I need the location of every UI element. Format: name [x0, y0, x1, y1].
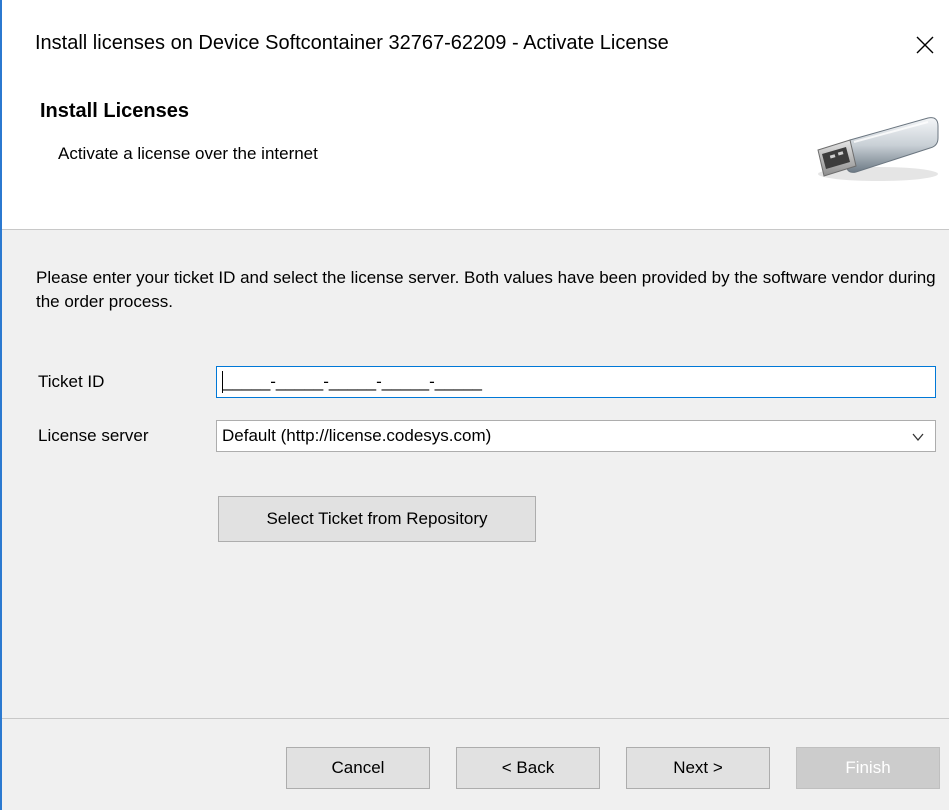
close-icon [916, 36, 934, 54]
license-server-value: Default (http://license.codesys.com) [222, 426, 492, 445]
usb-stick-icon [817, 117, 939, 181]
cancel-button[interactable]: Cancel [286, 747, 430, 789]
license-server-label: License server [38, 426, 149, 445]
header-title: Install Licenses [40, 100, 189, 122]
instructions-text: Please enter your ticket ID and select t… [36, 268, 936, 311]
window-title: Install licenses on Device Softcontainer… [35, 32, 669, 54]
select-ticket-from-repository-button[interactable]: Select Ticket from Repository [218, 496, 536, 542]
title-bar: Install licenses on Device Softcontainer… [2, 0, 949, 88]
back-button[interactable]: < Back [456, 747, 600, 789]
next-button[interactable]: Next > [626, 747, 770, 789]
text-caret [222, 371, 223, 393]
ticket-id-label: Ticket ID [38, 372, 105, 391]
license-server-select[interactable]: Default (http://license.codesys.com) [216, 420, 936, 452]
wizard-footer: Cancel < Back Next > Finish [2, 719, 949, 810]
wizard-content: Please enter your ticket ID and select t… [2, 230, 949, 718]
chevron-down-icon [912, 433, 924, 442]
ticket-id-input[interactable] [216, 366, 936, 398]
close-button[interactable] [905, 28, 945, 62]
finish-button: Finish [796, 747, 940, 789]
header-subtitle: Activate a license over the internet [58, 144, 318, 163]
wizard-header: Install Licenses Activate a license over… [2, 88, 949, 229]
